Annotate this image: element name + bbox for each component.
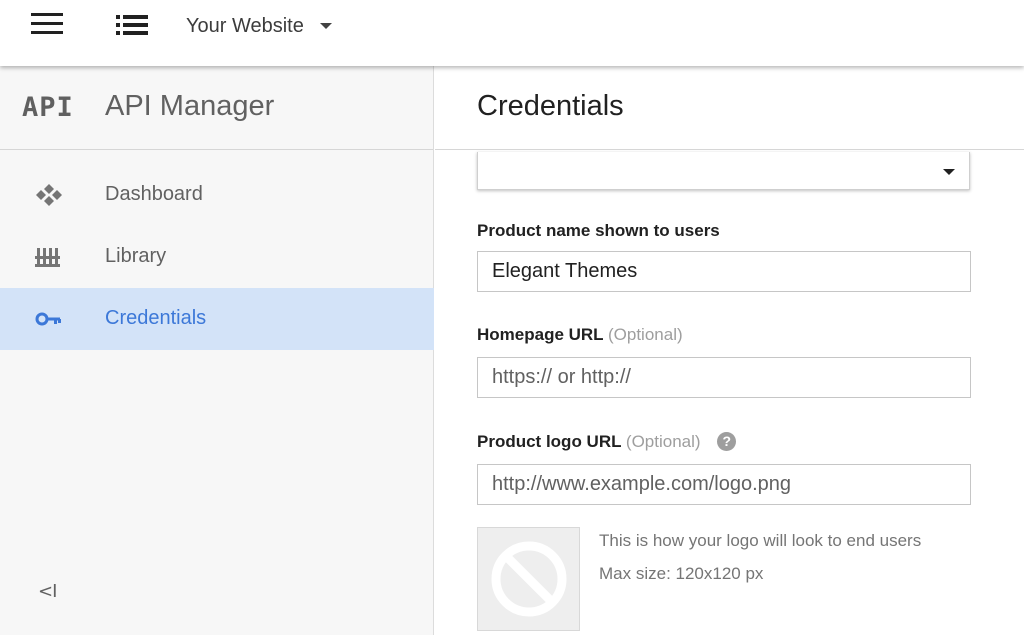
optional-tag: (Optional) (625, 432, 701, 451)
logo-preview (477, 527, 580, 631)
logo-size-hint: Max size: 120x120 px (599, 564, 764, 583)
email-address-select[interactable] (477, 152, 970, 190)
help-icon[interactable]: ? (717, 432, 737, 451)
project-selector[interactable]: Your Website (186, 14, 332, 38)
sidebar-item-credentials[interactable]: Credentials (0, 288, 434, 350)
key-icon (35, 307, 63, 331)
sidebar-item-library[interactable]: Library (0, 226, 434, 288)
library-icon (35, 245, 63, 269)
sidebar-header: API API Manager (0, 66, 433, 150)
dashboard-icon (35, 183, 63, 207)
logo-hint-text: This is how your logo will look to end u… (599, 531, 922, 550)
dropdown-arrow-icon (943, 169, 955, 175)
homepage-url-label: Homepage URL (Optional) (477, 325, 683, 344)
main-header: Credentials (435, 66, 1024, 150)
main-panel: Credentials Product name shown to users … (435, 66, 1024, 635)
sidebar: API API Manager Dashboard Library Creden… (0, 66, 434, 635)
product-logo-url-label: Product logo URL (Optional) ? (477, 432, 737, 452)
product-name-input[interactable] (477, 251, 971, 292)
no-image-icon (491, 541, 567, 617)
top-bar: Your Website (0, 0, 1024, 66)
homepage-url-input[interactable] (477, 357, 971, 398)
sidebar-item-label: Library (105, 245, 167, 267)
project-name: Your Website (186, 14, 304, 37)
sidebar-title: API Manager (105, 90, 275, 122)
optional-tag: (Optional) (608, 325, 683, 344)
collapse-sidebar-button[interactable]: <I (38, 581, 57, 602)
page-title: Credentials (477, 90, 624, 122)
main-menu-icon[interactable] (31, 13, 67, 39)
chevron-down-icon (319, 23, 332, 29)
logo-url-input[interactable] (477, 464, 971, 505)
product-name-label: Product name shown to users (477, 221, 720, 240)
sidebar-item-label: Credentials (105, 307, 207, 329)
sidebar-item-label: Dashboard (105, 183, 203, 205)
products-list-icon[interactable] (116, 15, 150, 35)
api-logo: API (22, 92, 74, 123)
sidebar-item-dashboard[interactable]: Dashboard (0, 164, 434, 226)
